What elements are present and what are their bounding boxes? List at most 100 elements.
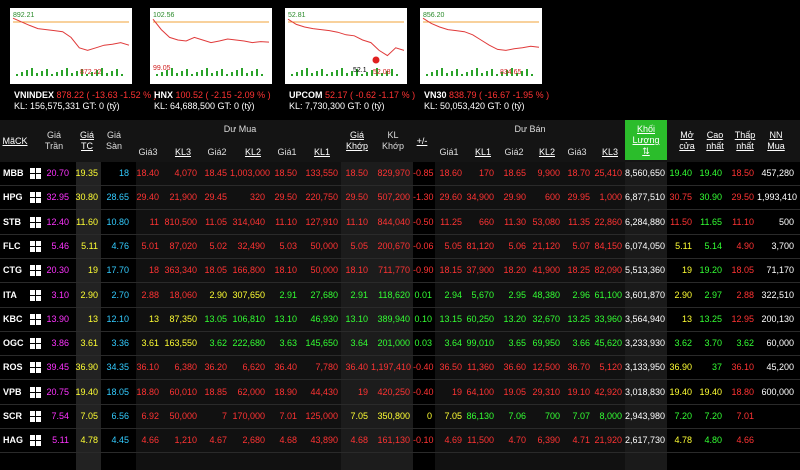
symbol-code[interactable]: ITA (3, 284, 17, 307)
table-row[interactable]: SCR 7.54 7.05 6.56 6.92 50,000 7 170,000 7.01 125… (0, 405, 800, 429)
header-kl3-sell[interactable]: KL3 (599, 147, 621, 158)
table-row[interactable]: VPB 20.75 19.40 18.05 18.80 60,010 18.85 62,000… (0, 381, 800, 405)
cell-tc: 30.80 (75, 192, 98, 203)
volume-bar (261, 74, 263, 76)
cell-bk2: 106,810 (232, 313, 265, 324)
grid-icon[interactable] (30, 435, 41, 447)
table-row[interactable]: CTG 20.30 19 17.70 18 363,340 18.05 166,800 18.1… (0, 259, 800, 284)
header-mo-cua[interactable]: Mở cửa (676, 130, 698, 152)
cell-thap: 4.90 (736, 240, 754, 251)
symbol-code[interactable]: OGC (3, 332, 24, 355)
volume-bar (426, 74, 428, 76)
grid-icon[interactable] (30, 313, 41, 325)
cell-b1: 18.10 (274, 265, 297, 276)
symbol-code[interactable]: SCR (3, 405, 22, 428)
index-chart-upcom[interactable]: 52.81 52.08 52.1 UPCOM 52.17 ( -0.62 -1.17 … (285, 8, 415, 111)
symbol-code[interactable]: HAG (3, 429, 23, 452)
grid-icon[interactable] (30, 411, 41, 422)
volume-bar (176, 73, 178, 76)
cell-s3: 2.96 (572, 289, 590, 300)
symbol-code[interactable]: VPB (3, 381, 22, 404)
header-symbol[interactable]: MãCK (2, 136, 28, 147)
cell-thap: 7.01 (736, 411, 754, 421)
header-nn-mua[interactable]: NN Mua (765, 130, 787, 152)
grid-icon[interactable] (30, 362, 41, 374)
cell-b2: 2.90 (209, 289, 227, 300)
symbol-code[interactable]: ROS (3, 356, 23, 379)
cell-vol: 3,133,950 (625, 362, 666, 373)
symbol-code[interactable]: MBB (3, 162, 24, 185)
cell-cao: 5.14 (704, 240, 722, 251)
cell-sk3: 25,410 (594, 168, 622, 178)
header-kl3-buy[interactable]: KL3 (172, 147, 194, 158)
cell-nn: 60,000 (766, 338, 794, 349)
table-row[interactable]: MBB 20.70 19.35 18 18.40 4,070 18.45 1,003,000 1… (0, 162, 800, 186)
table-row[interactable]: HPG 32.95 30.80 28.65 29.40 21,900 29.45 320 29.… (0, 186, 800, 211)
table-row[interactable]: STB 12.40 11.60 10.80 11 810,500 11.05 314,040 1… (0, 211, 800, 235)
volume-bar (46, 69, 48, 76)
index-chart-vn30[interactable]: 856.20 834.65 VN30 838.79 ( -16.67 -1.95 %… (420, 8, 549, 111)
volume-bar (336, 70, 338, 76)
cell-b1: 4.68 (279, 435, 297, 446)
volume-bar (191, 74, 193, 76)
header-cao-nhat[interactable]: Cao nhất (704, 130, 726, 152)
cell-sk1: 64,100 (466, 386, 494, 397)
volume-bar (256, 69, 258, 76)
cell-gk: 4.68 (350, 435, 368, 446)
table-row[interactable]: ITA 3.10 2.90 2.70 2.88 18,060 2.90 307,650 2.91… (0, 284, 800, 308)
cell-san: 12.10 (106, 313, 129, 324)
cell-mo: 2.90 (674, 289, 692, 300)
grid-icon[interactable] (30, 338, 41, 350)
cell-tc: 36.90 (75, 362, 98, 373)
cell-bk1: 50,000 (310, 265, 338, 276)
grid-icon[interactable] (30, 289, 41, 301)
table-row[interactable]: OGC 3.86 3.61 3.36 3.61 163,550 3.62 222,680 3.6… (0, 332, 800, 357)
volume-bar (31, 68, 33, 76)
table-row[interactable]: HAG 5.11 4.78 4.45 4.66 1,210 4.67 2,680 4.68 43,… (0, 429, 800, 454)
symbol-code[interactable]: CTG (3, 259, 22, 282)
symbol-code[interactable]: FLC (3, 235, 21, 258)
cell-sk1: 60,250 (466, 313, 494, 324)
header-kl2-buy[interactable]: KL2 (242, 147, 264, 158)
grid-icon[interactable] (30, 168, 41, 179)
grid-icon[interactable] (30, 386, 41, 398)
index-chart-hnx[interactable]: 102.56 99.05 HNX 100.52 ( -2.15 -2.09 % ) K… (150, 8, 275, 111)
grid-icon[interactable] (30, 192, 41, 204)
table-row[interactable]: KBC 13.90 13 12.10 13 87,350 13.05 106,810 13.10… (0, 308, 800, 332)
header-thap-nhat[interactable]: Thấp nhất (732, 130, 758, 152)
header-change[interactable]: +/- (414, 136, 430, 147)
cell-sk2: 600 (544, 192, 560, 203)
header-kl2-sell[interactable]: KL2 (536, 147, 558, 158)
sort-volume-button[interactable]: Khối Lượng ⇅ (625, 120, 667, 160)
header-gia1-sell: Giá1 (439, 147, 459, 157)
cell-tc: 5.11 (81, 240, 98, 251)
header-kl1-buy[interactable]: KL1 (311, 147, 333, 158)
cell-b2: 7 (221, 411, 227, 421)
volume-bar (116, 69, 118, 76)
cell-bk3: 21,900 (169, 192, 197, 203)
cell-b1: 7.01 (279, 411, 297, 421)
grid-icon[interactable] (30, 216, 41, 228)
low-label: 99.05 (153, 65, 171, 72)
grid-icon[interactable] (30, 240, 41, 252)
header-kl1-sell[interactable]: KL1 (472, 147, 494, 158)
symbol-code[interactable]: KBC (3, 308, 23, 331)
symbol-code[interactable]: HPG (3, 186, 23, 209)
cell-bk2: 170,000 (232, 411, 265, 421)
cell-bk2: 1,003,000 (230, 168, 271, 178)
cell-tran: 3.86 (51, 338, 69, 349)
table-row[interactable]: FLC 5.46 5.11 4.76 5.01 87,020 5.02 32,490 5.03 5… (0, 235, 800, 259)
cell-b1: 18.50 (274, 168, 297, 178)
cell-b3: 4.66 (141, 435, 159, 446)
cell-b1: 3.63 (279, 338, 297, 349)
header-gia-khop[interactable]: Giá Khớp (346, 130, 368, 152)
volume-bar (221, 69, 223, 76)
header-tc[interactable]: Giá TC (76, 130, 98, 152)
cell-bk3: 6,380 (174, 362, 197, 373)
cell-b2: 5.02 (209, 240, 227, 251)
volume-bar (306, 68, 308, 76)
index-chart-vnindex[interactable]: 892.21 872.22 VNINDEX 878.22 ( -13.63 -1.5… (10, 8, 157, 111)
grid-icon[interactable] (30, 265, 41, 277)
table-row[interactable]: ROS 39.45 36.90 34.35 36.10 6,380 36.20 6,620 36… (0, 356, 800, 381)
symbol-code[interactable]: STB (3, 211, 21, 234)
